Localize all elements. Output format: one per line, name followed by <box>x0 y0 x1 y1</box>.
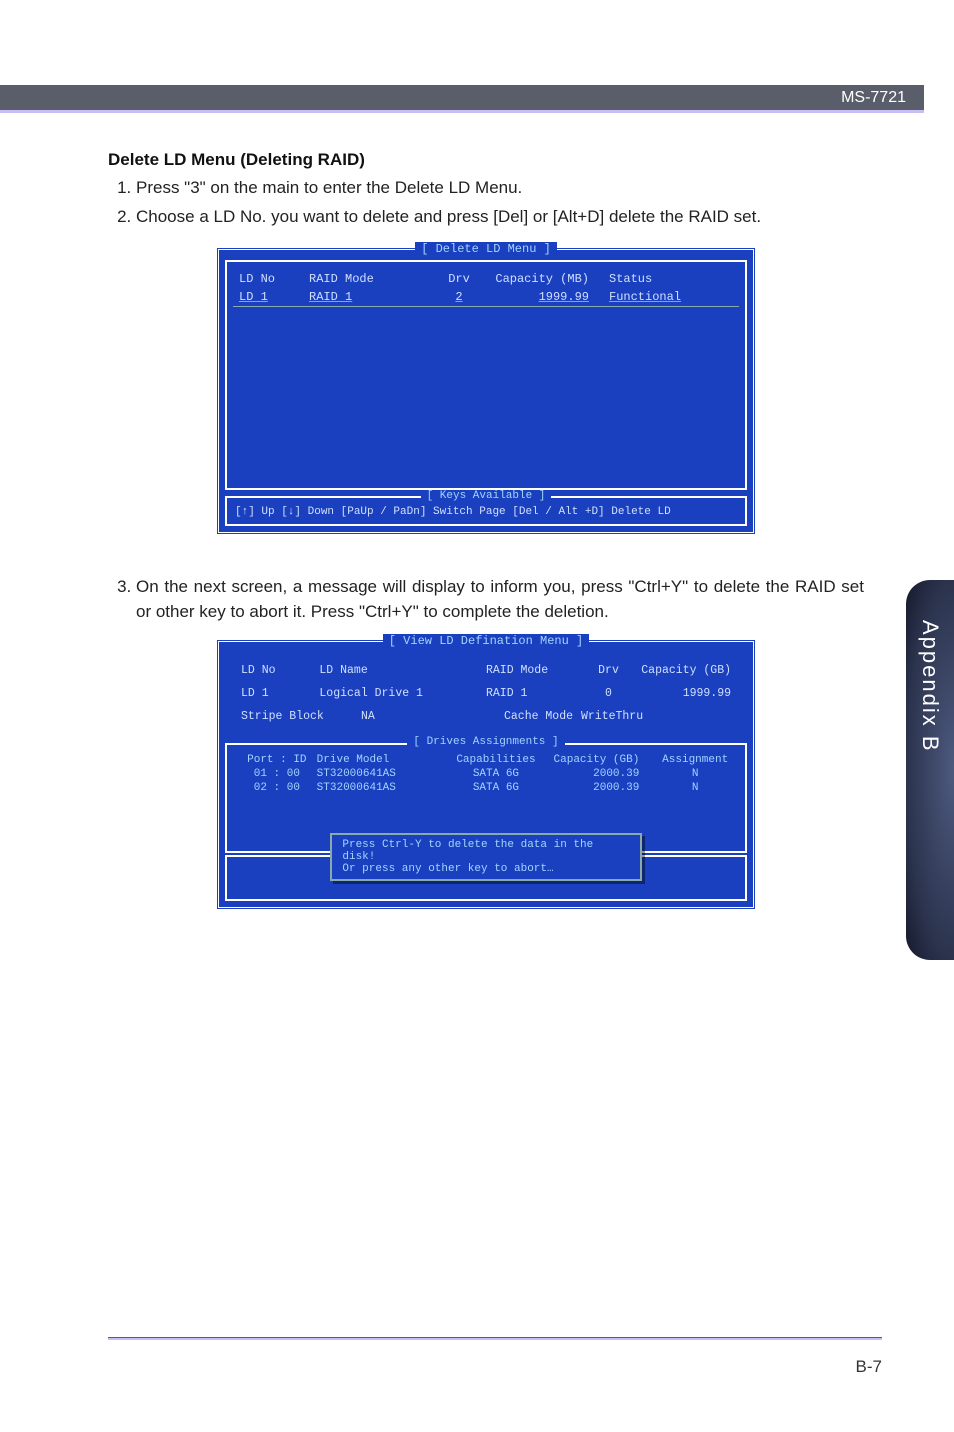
lbl-rmode: RAID Mode <box>486 664 584 677</box>
cell-status: Functional <box>609 290 709 304</box>
page-number: B-7 <box>856 1357 882 1377</box>
bios-delete-ld-panel: [ Delete LD Menu ] LD No RAID Mode Drv C… <box>216 247 756 535</box>
bios1-table: LD No RAID Mode Drv Capacity (MB) Status… <box>225 260 747 490</box>
summary-header-row: LD No LD Name RAID Mode Drv Capacity (GB… <box>241 664 731 677</box>
col-model: Drive Model <box>317 754 446 766</box>
col-caps: Capabilities <box>446 754 546 766</box>
col-status: Status <box>609 272 709 286</box>
doc-id: MS-7721 <box>841 89 906 107</box>
col-port: Port : ID <box>237 754 317 766</box>
confirm-line2: Or press any other key to abort… <box>342 863 629 875</box>
col-asgn: Assignment <box>655 754 735 766</box>
cell-caps: SATA 6G <box>446 782 546 794</box>
assign-header-row: Port : ID Drive Model Capabilities Capac… <box>237 753 735 767</box>
cell-port: 01 : 00 <box>237 768 317 780</box>
col-raidmode: RAID Mode <box>309 272 429 286</box>
cell-cap: 1999.99 <box>489 290 609 304</box>
bios2-summary: LD No LD Name RAID Mode Drv Capacity (GB… <box>225 652 747 741</box>
bios1-keys-title: [ Keys Available ] <box>421 490 552 502</box>
cell-asgn: N <box>655 768 735 780</box>
footer-rule <box>108 1337 882 1340</box>
step-1: Press "3" on the main to enter the Delet… <box>136 176 864 201</box>
col-drv: Drv <box>429 272 489 286</box>
val-stripe: NA <box>361 710 481 723</box>
cell-model: ST32000641AS <box>317 782 446 794</box>
val-rmode: RAID 1 <box>486 687 584 700</box>
lbl-stripe: Stripe Block <box>241 710 361 723</box>
bios2-title: [ View LD Defination Menu ] <box>383 634 589 648</box>
steps-list: Press "3" on the main to enter the Delet… <box>108 176 864 229</box>
bios1-header-row: LD No RAID Mode Drv Capacity (MB) Status <box>233 270 739 288</box>
appendix-label: Appendix B <box>917 620 943 753</box>
col-capgb: Capacity (GB) <box>546 754 656 766</box>
cell-capgb: 2000.39 <box>546 768 656 780</box>
page-content: Delete LD Menu (Deleting RAID) Press "3"… <box>108 150 864 910</box>
cell-model: ST32000641AS <box>317 768 446 780</box>
cell-asgn: N <box>655 782 735 794</box>
col-ldno: LD No <box>239 272 309 286</box>
appendix-tab: Appendix B <box>906 580 954 960</box>
cell-drv: 2 <box>429 290 489 304</box>
val-ldname: Logical Drive 1 <box>319 687 486 700</box>
lbl-ldno: LD No <box>241 664 319 677</box>
bios-view-ld-panel: [ View LD Defination Menu ] LD No LD Nam… <box>216 639 756 910</box>
assign-row: 02 : 00 ST32000641AS SATA 6G 2000.39 N <box>237 781 735 795</box>
bios2-keys-bar: Press Ctrl-Y to delete the data in the d… <box>225 855 747 901</box>
steps-list-cont: On the next screen, a message will displ… <box>108 575 864 624</box>
summary-value-row: LD 1 Logical Drive 1 RAID 1 0 1999.99 <box>241 687 731 700</box>
cell-capgb: 2000.39 <box>546 782 656 794</box>
doc-header: MS-7721 <box>0 85 924 113</box>
val-ldno: LD 1 <box>241 687 319 700</box>
val-drv: 0 <box>584 687 633 700</box>
cell-mode: RAID 1 <box>309 290 429 304</box>
bios1-data-row[interactable]: LD 1 RAID 1 2 1999.99 Functional <box>233 288 739 307</box>
step-2: Choose a LD No. you want to delete and p… <box>136 205 864 230</box>
cell-port: 02 : 00 <box>237 782 317 794</box>
summary-stripe-row: Stripe Block NA Cache Mode WriteThru <box>241 710 731 723</box>
confirm-dialog[interactable]: Press Ctrl-Y to delete the data in the d… <box>330 833 641 881</box>
col-capacity: Capacity (MB) <box>489 272 609 286</box>
confirm-line1: Press Ctrl-Y to delete the data in the d… <box>342 839 629 863</box>
val-cap: 1999.99 <box>633 687 731 700</box>
step-3: On the next screen, a message will displ… <box>136 575 864 624</box>
section-heading: Delete LD Menu (Deleting RAID) <box>108 150 864 170</box>
cell-caps: SATA 6G <box>446 768 546 780</box>
assign-row: 01 : 00 ST32000641AS SATA 6G 2000.39 N <box>237 767 735 781</box>
assign-title: [ Drives Assignments ] <box>407 736 564 748</box>
lbl-cap: Capacity (GB) <box>633 664 731 677</box>
bios1-keys-bar: [ Keys Available ] [↑] Up [↓] Down [PaUp… <box>225 496 747 526</box>
val-cache: WriteThru <box>581 710 681 723</box>
cell-ldno: LD 1 <box>239 290 309 304</box>
lbl-cache: Cache Mode <box>481 710 581 723</box>
lbl-ldname: LD Name <box>319 664 486 677</box>
bios1-keys-text: [↑] Up [↓] Down [PaUp / PaDn] Switch Pag… <box>235 506 671 518</box>
lbl-drv: Drv <box>584 664 633 677</box>
bios1-title: [ Delete LD Menu ] <box>415 242 557 256</box>
